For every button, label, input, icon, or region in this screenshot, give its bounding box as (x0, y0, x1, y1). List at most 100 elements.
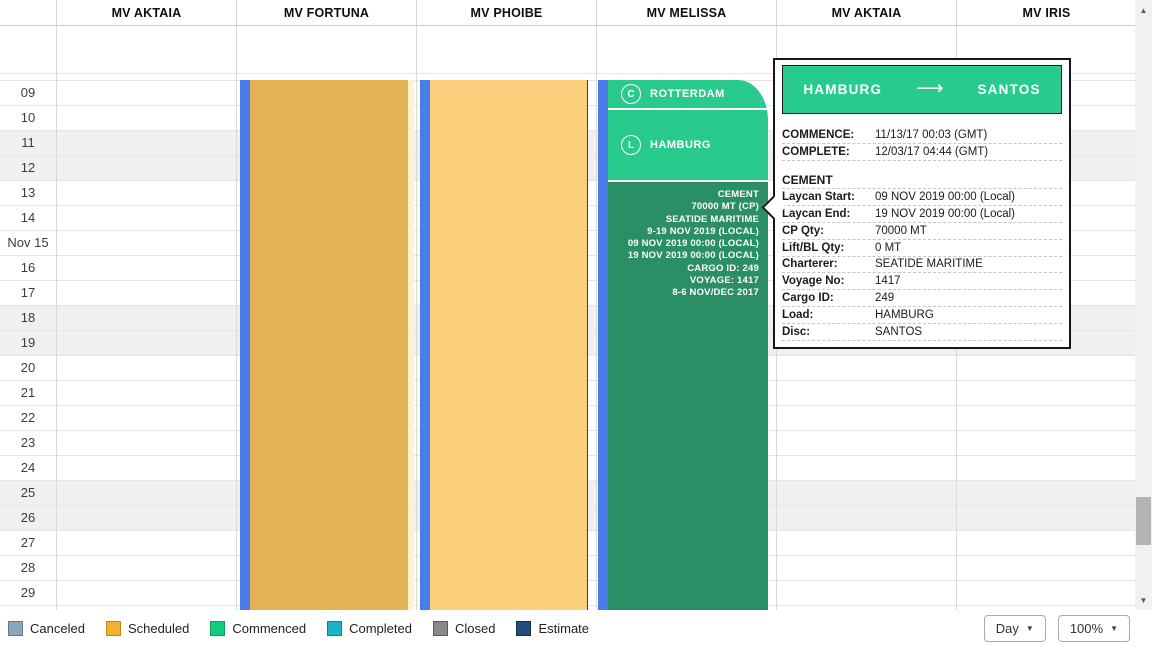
port-name: HAMBURG (650, 139, 711, 151)
date-label: 09 (0, 81, 56, 105)
route-arrow-icon: ⟶ (916, 77, 943, 100)
view-controls: Day ▼ 100% ▼ (984, 615, 1130, 642)
date-label: 20 (0, 356, 56, 380)
legend-item: Canceled (8, 621, 85, 636)
date-label: 12 (0, 156, 56, 180)
legend-item: Estimate (516, 621, 589, 636)
vessel-schedule-app: MV AKTAIAMV FORTUNAMV PHOIBEMV MELISSAMV… (0, 0, 1152, 646)
tooltip-row-value: 1417 (875, 275, 1062, 287)
cargo-info-line: 8-6 NOV/DEC 2017 (608, 287, 759, 299)
tooltip-row-label: Disc: (782, 326, 875, 338)
column-border (56, 26, 57, 610)
zoom-level-label: 100% (1070, 621, 1103, 636)
tooltip-row-value: SEATIDE MARITIME (875, 258, 1062, 270)
estimate-strip (240, 80, 250, 610)
date-label: 28 (0, 556, 56, 580)
tooltip-row: Laycan End:19 NOV 2019 00:00 (Local) (782, 206, 1062, 223)
tooltip-row-label: Laycan End: (782, 208, 875, 220)
commenced-bar-stack: C ROTTERDAM L HAMBURG CEMENT70000 MT (CP… (608, 80, 768, 610)
cargo-info-segment: CEMENT70000 MT (CP)SEATIDE MARITIME9-19 … (608, 180, 768, 610)
date-label: 29 (0, 581, 56, 605)
tooltip-row-label: COMMENCE: (782, 129, 875, 141)
vessel-column-header[interactable]: MV MELISSA (596, 0, 776, 25)
tooltip-row: COMMENCE:11/13/17 00:03 (GMT) (782, 127, 1062, 144)
bottom-bar: Canceled Scheduled Commenced Completed Close… (0, 610, 1152, 646)
tooltip-row-value: 09 NOV 2019 00:00 (Local) (875, 191, 1062, 203)
vessel-column-header[interactable]: MV AKTAIA (56, 0, 236, 25)
port-type-icon: C (621, 84, 641, 104)
port-segment-discharge: C ROTTERDAM (608, 80, 768, 108)
column-border (596, 26, 597, 610)
date-label: 14 (0, 206, 56, 230)
tooltip-row: COMPLETE:12/03/17 04:44 (GMT) (782, 144, 1062, 161)
date-label: 27 (0, 531, 56, 555)
vessel-headers: MV AKTAIAMV FORTUNAMV PHOIBEMV MELISSAMV… (56, 0, 1136, 25)
date-label: 18 (0, 306, 56, 330)
voyage-bar-phoibe-scheduled[interactable] (420, 80, 588, 610)
legend-item: Closed (433, 621, 495, 636)
tooltip-row: CP Qty:70000 MT (782, 223, 1062, 240)
vessel-column-header[interactable]: MV PHOIBE (416, 0, 596, 25)
tooltip-row: Laycan Start:09 NOV 2019 00:00 (Local) (782, 189, 1062, 206)
cargo-info-line: 19 NOV 2019 00:00 (LOCAL) (608, 250, 759, 262)
grid-body: 091011121314Nov 151617181920212223242526… (0, 26, 1135, 610)
vessel-column-header[interactable]: MV FORTUNA (236, 0, 416, 25)
date-label: 19 (0, 331, 56, 355)
legend-item: Completed (327, 621, 412, 636)
port-name: ROTTERDAM (650, 88, 725, 100)
date-label: 25 (0, 481, 56, 505)
date-label: 24 (0, 456, 56, 480)
voyage-bar-melissa-commenced[interactable]: C ROTTERDAM L HAMBURG CEMENT70000 MT (CP… (598, 80, 768, 610)
legend-label: Scheduled (128, 621, 189, 636)
cargo-info-line: VOYAGE: 1417 (608, 275, 759, 287)
scrollbar-thumb[interactable] (1136, 497, 1151, 545)
tooltip-detail-rows: COMMENCE:11/13/17 00:03 (GMT)COMPLETE:12… (782, 127, 1062, 341)
cargo-info-line: CARGO ID: 249 (608, 263, 759, 275)
date-column-header (0, 0, 56, 25)
port-type-icon: L (621, 135, 641, 155)
legend-item: Commenced (210, 621, 306, 636)
tooltip-row-label: Charterer: (782, 258, 875, 270)
tooltip-row-value: 0 MT (875, 242, 1062, 254)
vertical-scrollbar[interactable]: ▲ ▼ (1135, 0, 1152, 610)
tooltip-row: Load:HAMBURG (782, 307, 1062, 324)
legend-label: Completed (349, 621, 412, 636)
cargo-info-line: 70000 MT (CP) (608, 201, 759, 213)
legend-label: Canceled (30, 621, 85, 636)
day-view-dropdown[interactable]: Day ▼ (984, 615, 1046, 642)
scroll-down-icon[interactable]: ▼ (1135, 592, 1152, 608)
port-segment-load: L HAMBURG (608, 108, 768, 180)
estimate-strip (598, 80, 608, 610)
date-label: Nov 15 (0, 231, 56, 255)
tooltip-row-value: 19 NOV 2019 00:00 (Local) (875, 208, 1062, 220)
chevron-down-icon: ▼ (1110, 624, 1118, 633)
vessel-column-header[interactable]: MV IRIS (956, 0, 1136, 25)
scroll-up-icon[interactable]: ▲ (1135, 2, 1152, 18)
date-label: 23 (0, 431, 56, 455)
date-label: 10 (0, 106, 56, 130)
tooltip-row-label: COMPLETE: (782, 146, 875, 158)
tooltip-row: Lift/BL Qty:0 MT (782, 240, 1062, 257)
legend-swatch (106, 621, 121, 636)
vessel-column-header[interactable]: MV AKTAIA (776, 0, 956, 25)
legend-swatch (433, 621, 448, 636)
zoom-level-dropdown[interactable]: 100% ▼ (1058, 615, 1130, 642)
date-label: 26 (0, 506, 56, 530)
legend-label: Estimate (538, 621, 589, 636)
date-label: 13 (0, 181, 56, 205)
tooltip-row-label: CEMENT (782, 173, 833, 187)
cargo-info-line: 09 NOV 2019 00:00 (LOCAL) (608, 238, 759, 250)
date-label: 21 (0, 381, 56, 405)
cargo-info-line: SEATIDE MARITIME (608, 214, 759, 226)
date-label: 11 (0, 131, 56, 155)
tooltip-row-label: Laycan Start: (782, 191, 875, 203)
chevron-down-icon: ▼ (1026, 624, 1034, 633)
tooltip-row-value: 249 (875, 292, 1062, 304)
tooltip-row-value: 70000 MT (875, 225, 1062, 237)
scheduled-bar-fill (250, 80, 408, 610)
day-view-label: Day (996, 621, 1019, 636)
tooltip-row: Voyage No:1417 (782, 273, 1062, 290)
voyage-bar-fortuna-scheduled[interactable] (240, 80, 414, 610)
tooltip-row-label: Load: (782, 309, 875, 321)
estimate-strip (420, 80, 430, 610)
